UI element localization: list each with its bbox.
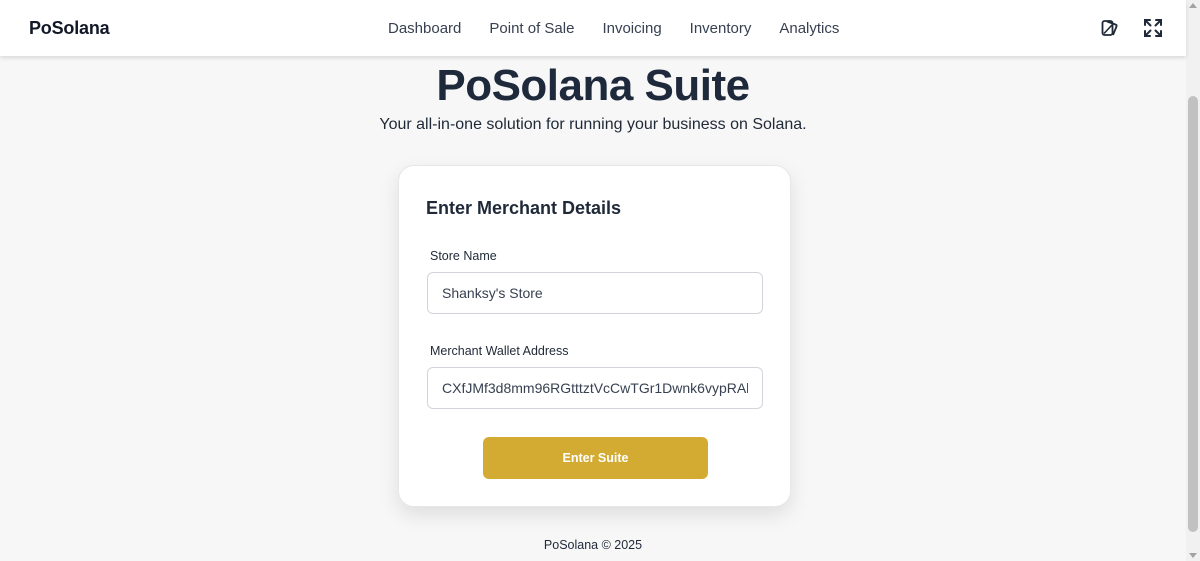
nav-item-analytics[interactable]: Analytics	[779, 20, 839, 37]
scroll-down-arrow-icon[interactable]	[1189, 553, 1197, 558]
wallet-address-label: Merchant Wallet Address	[430, 344, 569, 358]
fullscreen-icon[interactable]	[1143, 18, 1163, 38]
store-name-input[interactable]	[427, 272, 763, 314]
footer-copyright: PoSolana © 2025	[543, 538, 643, 552]
nav-item-invoicing[interactable]: Invoicing	[602, 20, 661, 37]
nav-item-inventory[interactable]: Inventory	[690, 20, 752, 37]
nav-item-dashboard[interactable]: Dashboard	[388, 20, 461, 37]
scroll-up-arrow-icon[interactable]	[1189, 3, 1197, 8]
store-name-label: Store Name	[430, 249, 497, 263]
top-navbar: PoSolana Dashboard Point of Sale Invoici…	[0, 0, 1186, 56]
nav-item-point-of-sale[interactable]: Point of Sale	[489, 20, 574, 37]
wallet-address-input[interactable]	[427, 367, 763, 409]
page-subtitle: Your all-in-one solution for running you…	[379, 116, 807, 133]
merchant-details-card: Enter Merchant Details Store Name Mercha…	[398, 165, 791, 507]
nav-links: Dashboard Point of Sale Invoicing Invent…	[388, 20, 839, 37]
brand-logo[interactable]: PoSolana	[29, 18, 110, 39]
page-title: PoSolana Suite	[436, 61, 750, 110]
enter-suite-button[interactable]: Enter Suite	[483, 437, 708, 479]
nav-icons	[1100, 18, 1163, 38]
scroll-thumb[interactable]	[1188, 96, 1198, 532]
theme-toggle-icon[interactable]	[1100, 18, 1120, 38]
vertical-scrollbar[interactable]	[1186, 0, 1200, 561]
card-title: Enter Merchant Details	[426, 198, 622, 218]
